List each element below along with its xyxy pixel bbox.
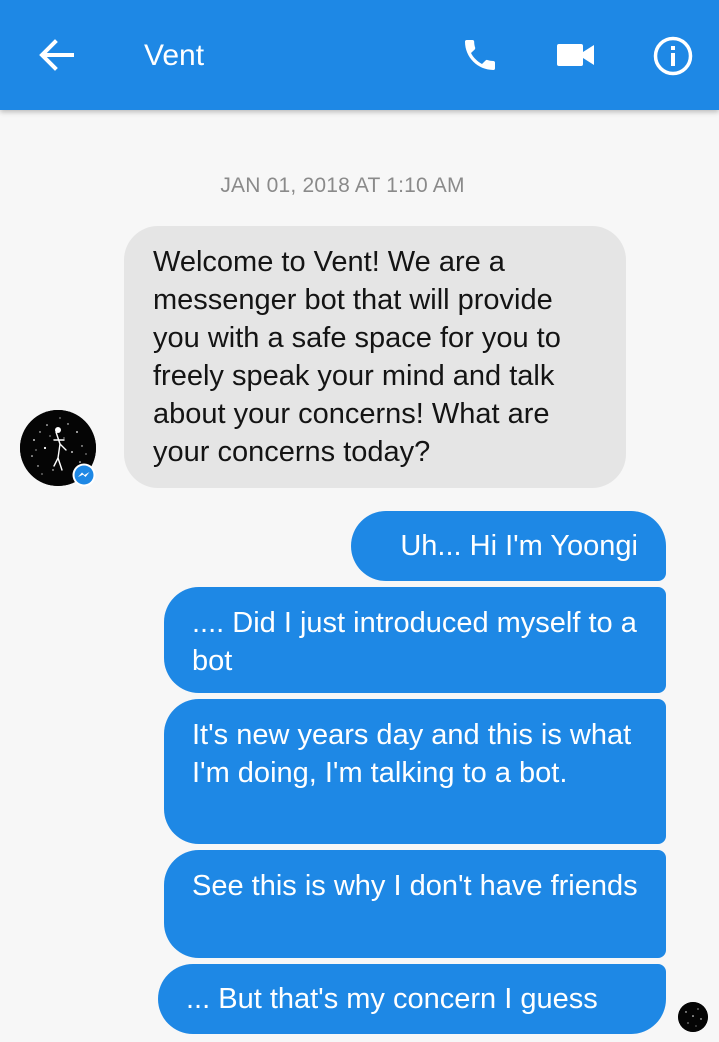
seen-indicator-avatar bbox=[678, 1002, 708, 1032]
info-icon[interactable] bbox=[645, 28, 701, 84]
conversation-title: Vent bbox=[144, 39, 205, 72]
outgoing-message-bubble[interactable]: See this is why I don't have friends bbox=[164, 850, 666, 958]
app-bar: Vent bbox=[0, 0, 719, 110]
message-timestamp: JAN 01, 2018 AT 1:10 AM bbox=[220, 174, 465, 197]
outgoing-message-bubble[interactable]: ... But that's my concern I guess bbox=[158, 964, 666, 1034]
messenger-badge-icon bbox=[72, 463, 96, 487]
outgoing-message-bubble[interactable]: .... Did I just introduced myself to a b… bbox=[164, 587, 666, 693]
video-camera-icon[interactable] bbox=[548, 30, 604, 80]
outgoing-message-bubble[interactable]: Uh... Hi I'm Yoongi bbox=[351, 511, 666, 581]
back-arrow-icon[interactable] bbox=[28, 32, 84, 78]
incoming-message-bubble[interactable]: Welcome to Vent! We are a messenger bot … bbox=[124, 226, 626, 488]
phone-icon[interactable] bbox=[452, 30, 508, 80]
outgoing-message-bubble[interactable]: It's new years day and this is what I'm … bbox=[164, 699, 666, 844]
